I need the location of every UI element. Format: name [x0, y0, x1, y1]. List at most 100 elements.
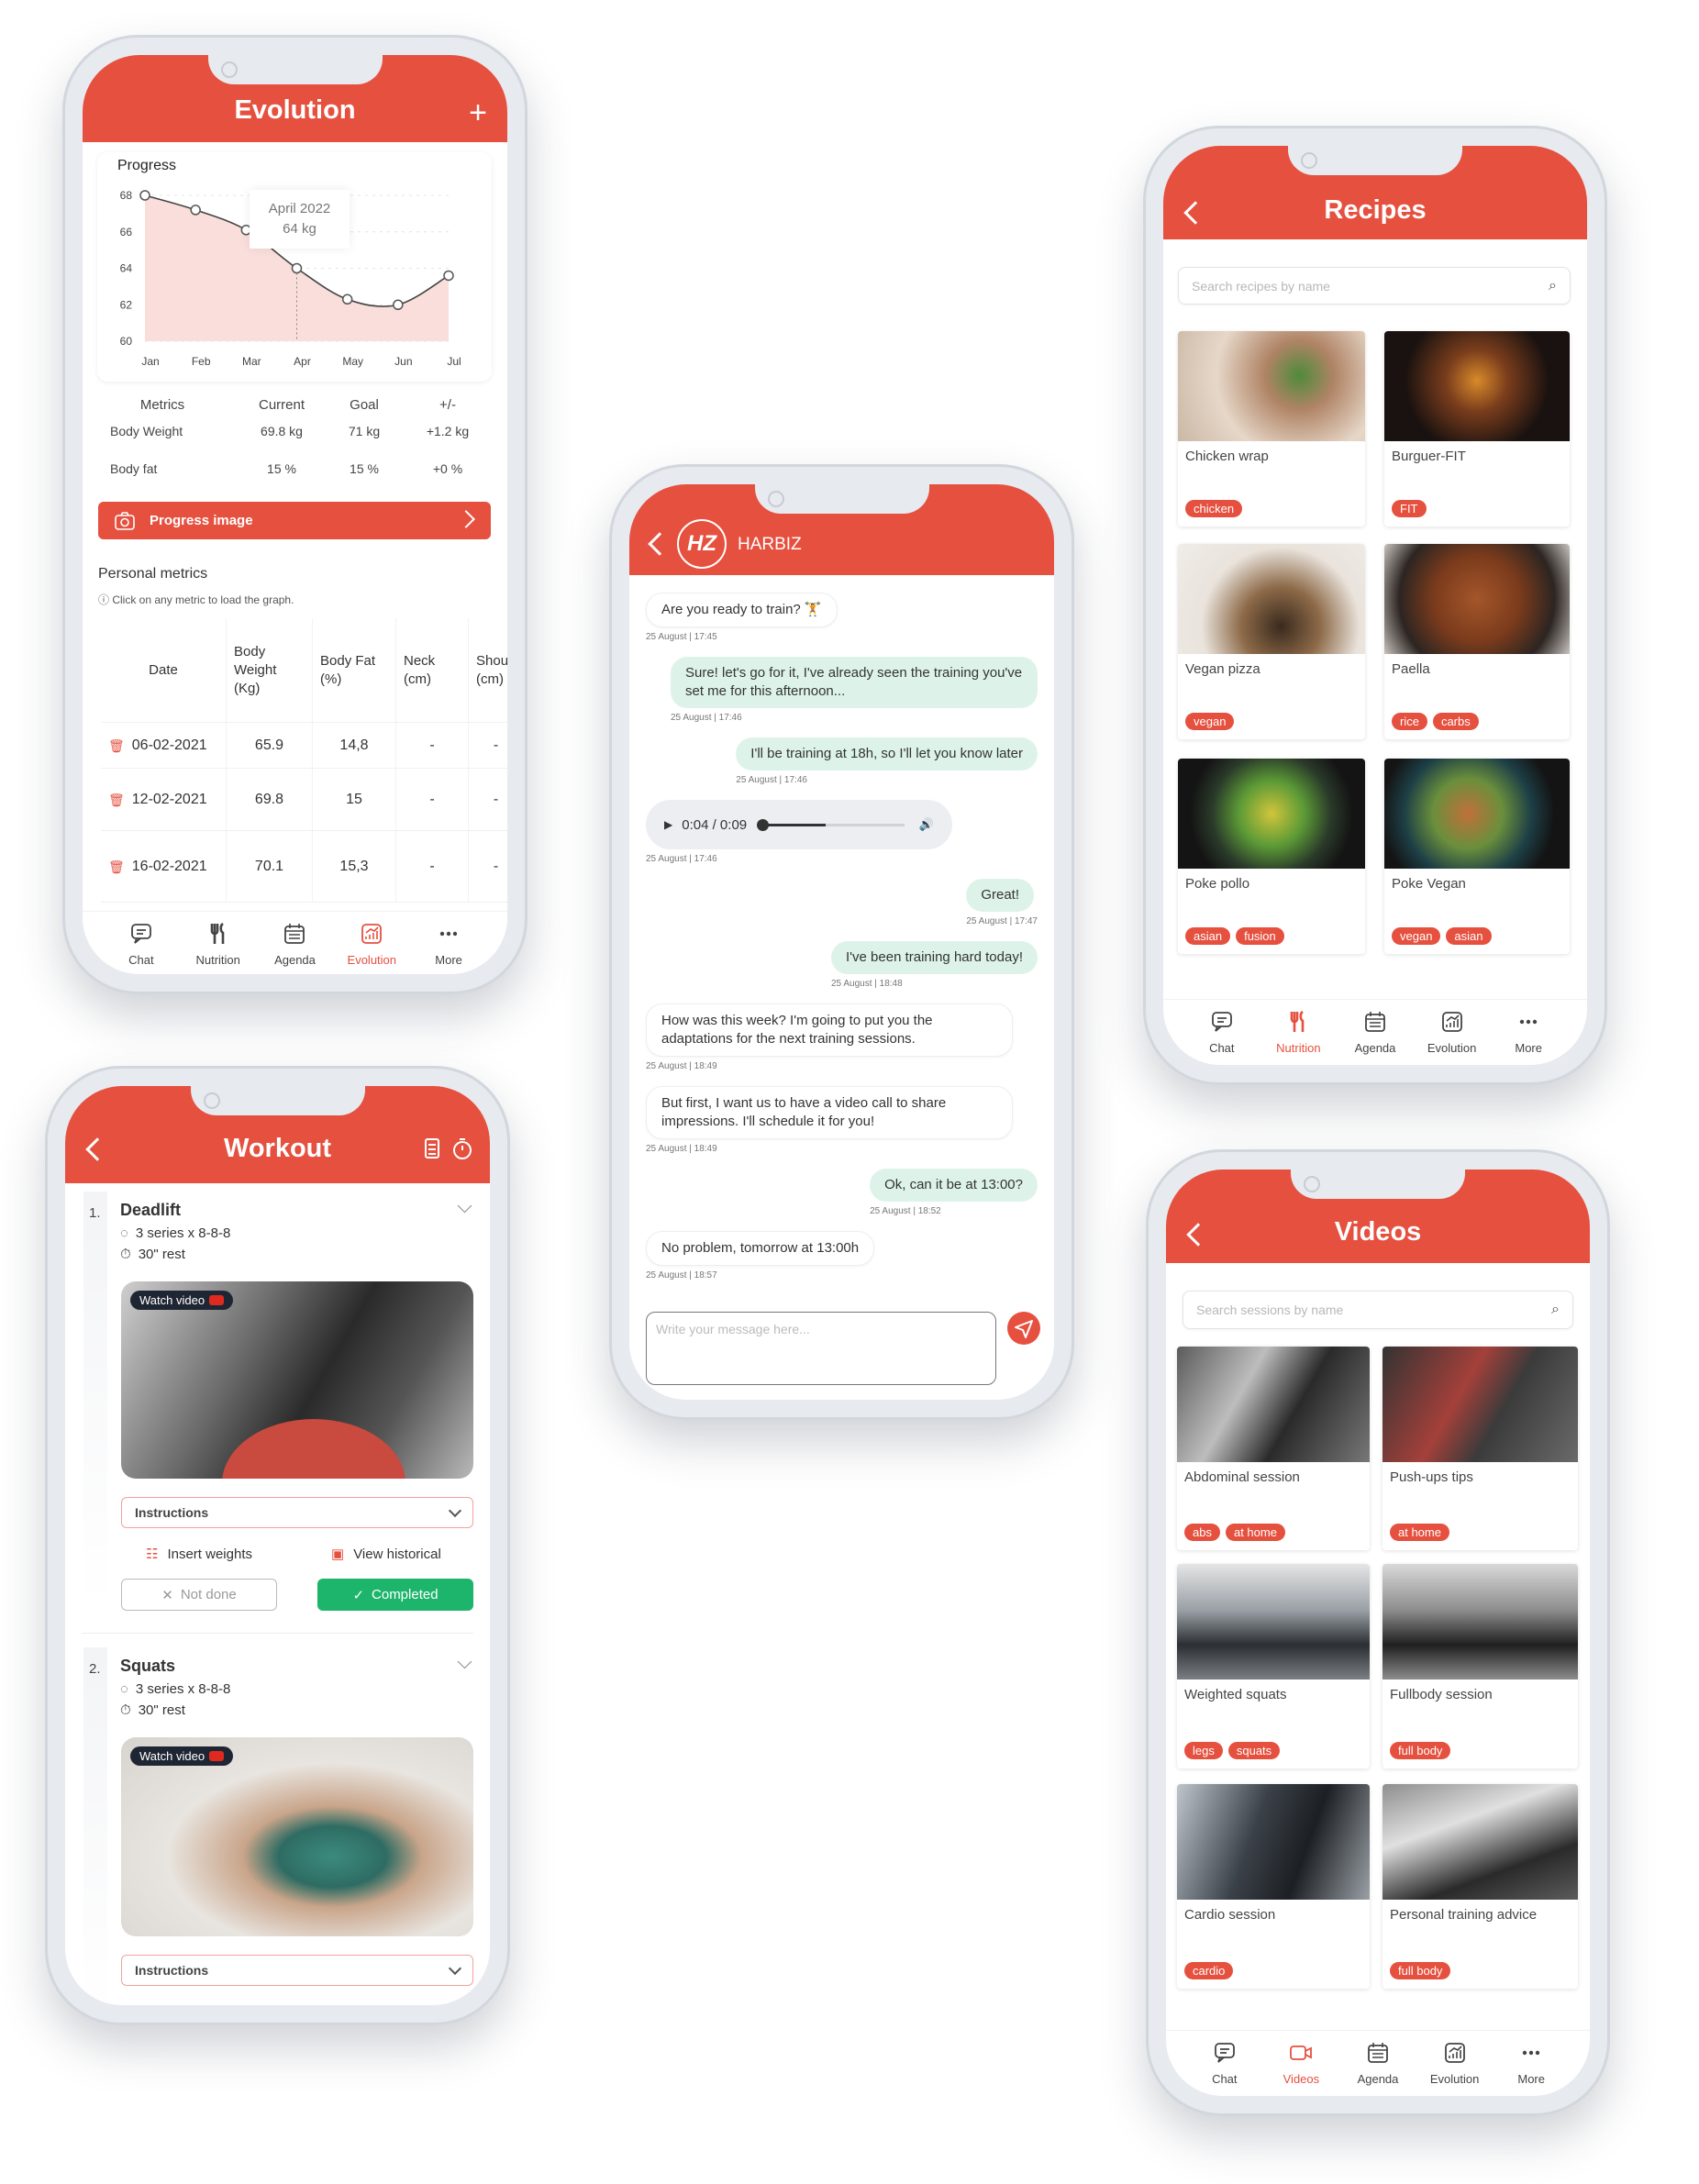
tag[interactable]: full body: [1390, 1962, 1451, 1979]
cell-value: -: [493, 858, 499, 874]
video-card[interactable]: Push-ups tips at home: [1383, 1347, 1578, 1550]
insert-weights-button[interactable]: ☷ Insert weights: [146, 1546, 252, 1562]
tag[interactable]: rice: [1392, 713, 1427, 730]
watch-video-badge[interactable]: Watch video: [130, 1746, 234, 1766]
video-card[interactable]: Personal training advice full body: [1383, 1784, 1578, 1989]
nav-item-evolution[interactable]: Evolution: [1416, 1009, 1489, 1065]
tag[interactable]: asian: [1446, 927, 1492, 945]
camera-icon: [115, 511, 135, 530]
recipe-card[interactable]: Poke pollo asian fusion: [1178, 759, 1365, 954]
nav-item-agenda[interactable]: Agenda: [1341, 2040, 1415, 2096]
tag[interactable]: carbs: [1432, 713, 1479, 730]
message-input[interactable]: Write your message here...: [646, 1312, 996, 1385]
table-row[interactable]: 🗑 12-02-2021 69.8 15 - -: [101, 769, 507, 831]
message-bubble: Great!: [966, 879, 1035, 912]
completed-label: Completed: [372, 1587, 439, 1602]
nav-item-nutrition[interactable]: Nutrition: [182, 921, 255, 974]
audio-player[interactable]: ▶ 0:04 / 0:09 🔊: [646, 800, 952, 849]
volume-icon[interactable]: 🔊: [919, 817, 934, 832]
y-tick-label: 64: [120, 262, 133, 275]
metrics-cell: +1.2 kg: [426, 424, 470, 438]
watch-video-badge[interactable]: Watch video: [130, 1291, 234, 1310]
session-search-input[interactable]: Search sessions by name ⌕: [1183, 1291, 1573, 1329]
video-card[interactable]: Cardio session cardio: [1177, 1784, 1370, 1989]
back-icon[interactable]: [648, 532, 672, 556]
view-historical-button[interactable]: ▣ View historical: [331, 1546, 441, 1562]
exercise-name[interactable]: Squats: [120, 1657, 175, 1676]
tag[interactable]: vegan: [1392, 927, 1441, 945]
cell-value: 12-02-2021: [131, 791, 207, 807]
table-row[interactable]: 🗑 16-02-2021 70.1 15,3 - -: [101, 831, 507, 903]
message-timestamp: 25 August | 17:46: [736, 775, 807, 785]
nav-item-chat[interactable]: Chat: [1185, 1009, 1259, 1065]
video-image: [1177, 1564, 1370, 1680]
trash-icon[interactable]: 🗑: [108, 791, 125, 809]
nav-item-videos[interactable]: Videos: [1264, 2040, 1338, 2096]
tag[interactable]: asian: [1185, 927, 1231, 945]
exercise-video-thumbnail[interactable]: Watch video: [121, 1737, 473, 1936]
close-icon: ✕: [161, 1587, 173, 1603]
video-name: Abdominal session: [1184, 1469, 1300, 1485]
audio-progress-knob[interactable]: [757, 818, 770, 831]
column-header: Neck (cm): [396, 618, 469, 722]
exercise-video-thumbnail[interactable]: Watch video: [121, 1281, 473, 1479]
tag[interactable]: abs: [1184, 1524, 1220, 1541]
recipe-card[interactable]: Poke Vegan vegan asian: [1384, 759, 1570, 954]
instructions-dropdown[interactable]: Instructions: [121, 1497, 473, 1528]
nav-item-agenda[interactable]: Agenda: [1338, 1009, 1412, 1065]
nav-item-more[interactable]: More: [1492, 1009, 1565, 1065]
completed-button[interactable]: ✓ Completed: [317, 1579, 473, 1611]
instructions-dropdown[interactable]: Instructions: [121, 1955, 473, 1986]
timer-icon[interactable]: [451, 1136, 473, 1160]
nav-item-more[interactable]: More: [412, 921, 485, 974]
tag[interactable]: FIT: [1392, 500, 1427, 517]
tag[interactable]: at home: [1390, 1524, 1449, 1541]
tag[interactable]: chicken: [1185, 500, 1243, 517]
video-card[interactable]: Abdominal session abs at home: [1177, 1347, 1370, 1550]
nav-label: Agenda: [1357, 2072, 1399, 2086]
exercise-name[interactable]: Deadlift: [120, 1201, 181, 1220]
recipe-card[interactable]: Paella rice carbs: [1384, 544, 1570, 739]
plus-icon[interactable]: +: [469, 97, 487, 128]
tag[interactable]: full body: [1390, 1742, 1451, 1759]
x-tick-label: Jan: [141, 355, 159, 368]
nav-item-evolution[interactable]: Evolution: [335, 921, 408, 974]
table-row[interactable]: 🗑 06-02-2021 65.9 14,8 - -: [101, 723, 507, 769]
video-card[interactable]: Fullbody session full body: [1383, 1564, 1578, 1768]
tag[interactable]: vegan: [1185, 713, 1235, 730]
nav-item-nutrition[interactable]: Nutrition: [1261, 1009, 1335, 1065]
nav-item-more[interactable]: More: [1494, 2040, 1568, 2096]
message-wrap: Sure! let's go for it, I've already seen…: [671, 657, 1038, 723]
send-button[interactable]: [1007, 1312, 1040, 1345]
recipe-search-input[interactable]: Search recipes by name ⌕: [1178, 267, 1571, 305]
tag[interactable]: squats: [1227, 1742, 1281, 1759]
tag[interactable]: at home: [1225, 1524, 1285, 1541]
tag[interactable]: cardio: [1184, 1962, 1234, 1979]
trash-icon[interactable]: 🗑: [108, 737, 125, 755]
audio-progress-track[interactable]: [757, 818, 905, 831]
table-cell: -: [396, 831, 469, 902]
watch-video-label: Watch video: [139, 1293, 205, 1307]
table-cell: 15: [313, 769, 396, 830]
tag[interactable]: fusion: [1236, 927, 1284, 945]
nav-item-agenda[interactable]: Agenda: [258, 921, 331, 974]
nav-item-chat[interactable]: Chat: [1188, 2040, 1261, 2096]
table-cell: 🗑 06-02-2021: [101, 723, 227, 768]
calculator-icon[interactable]: [424, 1137, 440, 1159]
not-done-button[interactable]: ✕ Not done: [121, 1579, 277, 1611]
metrics-cell: +0 %: [432, 461, 463, 476]
nav-item-evolution[interactable]: Evolution: [1418, 2040, 1492, 2096]
progress-chart[interactable]: 60 62 64 66 68 Jan Feb Mar Apr May Jun Jul: [97, 152, 492, 382]
recipe-card[interactable]: Vegan pizza vegan: [1178, 544, 1365, 739]
video-card[interactable]: Weighted squats legs squats: [1177, 1564, 1370, 1768]
chevron-down-icon[interactable]: [457, 1654, 472, 1669]
chevron-down-icon[interactable]: [457, 1198, 472, 1214]
nav-item-chat[interactable]: Chat: [105, 921, 178, 974]
recipe-card[interactable]: Chicken wrap chicken: [1178, 331, 1365, 527]
instructions-label: Instructions: [135, 1963, 209, 1978]
tag[interactable]: legs: [1184, 1742, 1223, 1759]
progress-image-button[interactable]: Progress image: [98, 502, 491, 539]
trash-icon[interactable]: 🗑: [108, 858, 125, 876]
play-icon[interactable]: ▶: [664, 818, 672, 831]
recipe-card[interactable]: Burguer-FIT FIT: [1384, 331, 1570, 527]
